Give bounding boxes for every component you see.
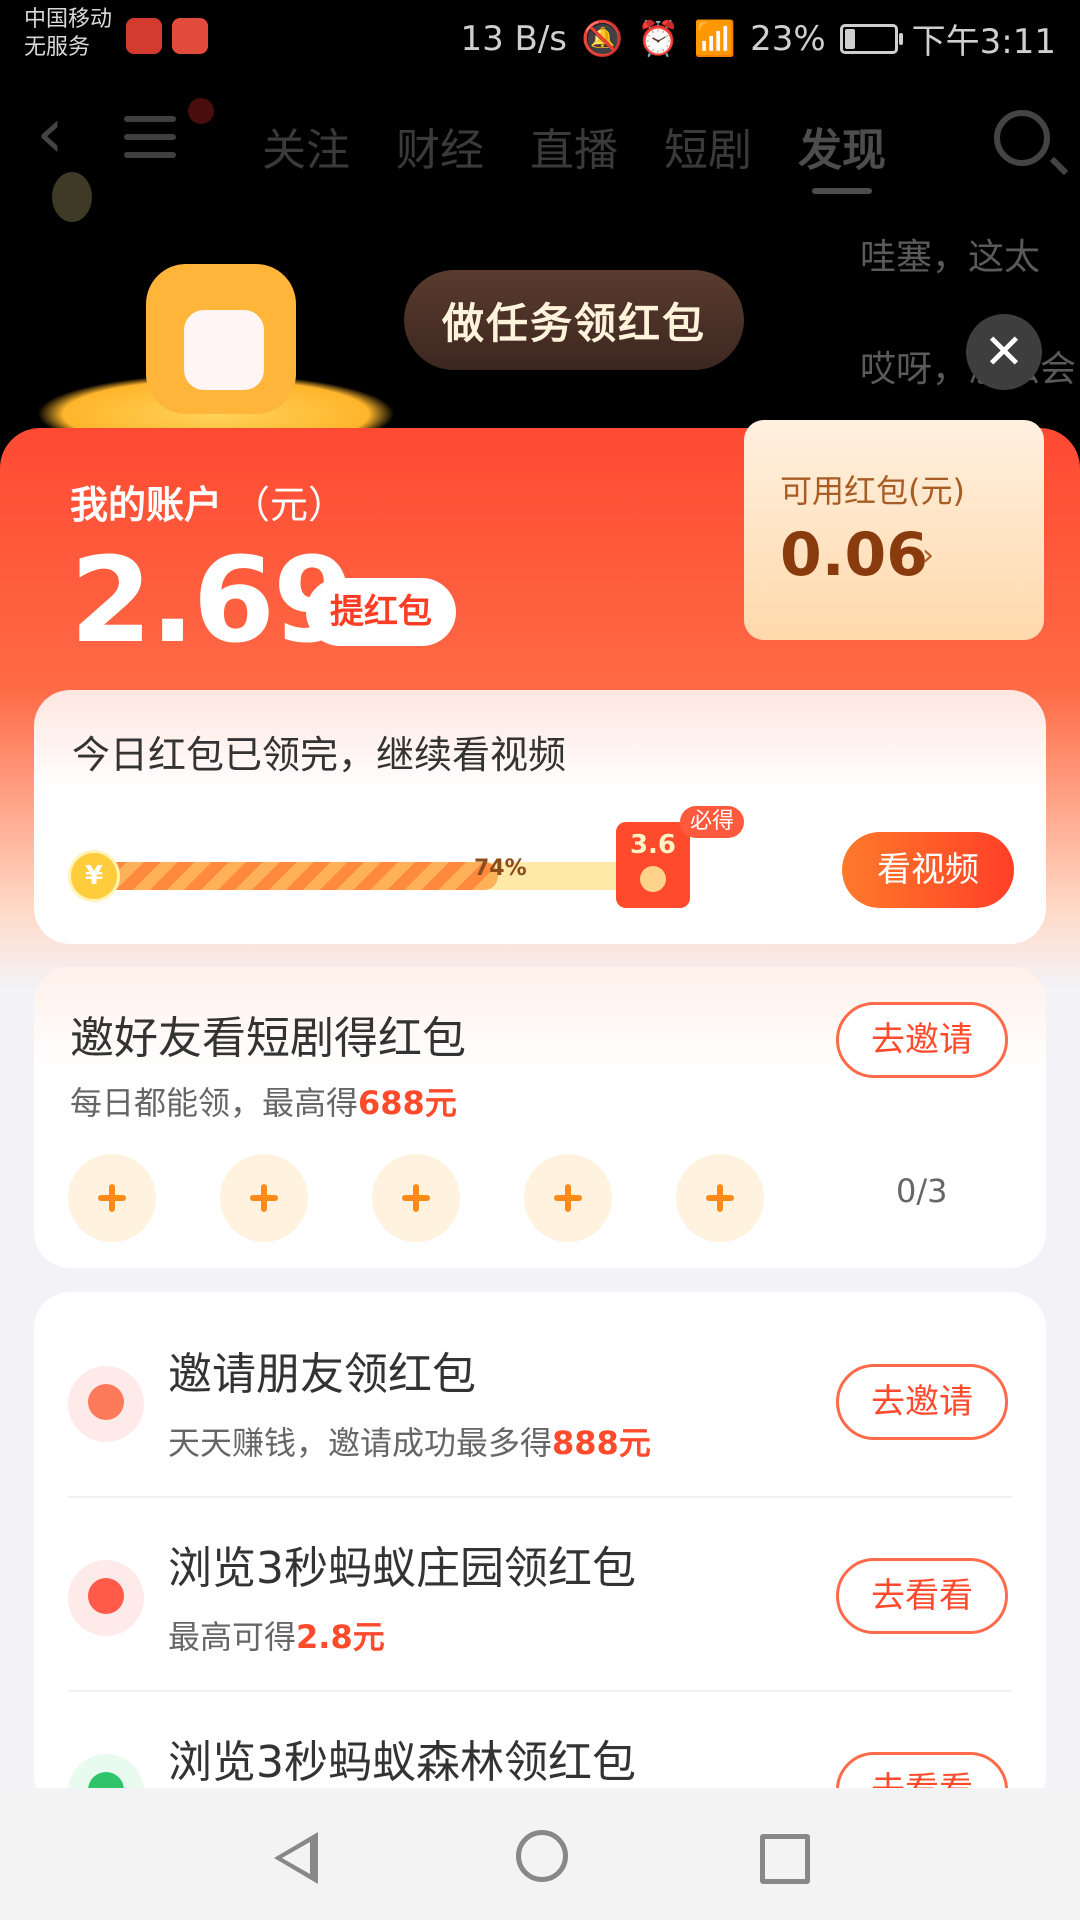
tab-discover[interactable]: 发现 [798, 114, 886, 194]
task-title: 浏览3秒蚂蚁森林领红包 [168, 1737, 636, 1788]
carrier-info: 中国移动 无服务 [24, 6, 112, 62]
clock: 下午3:11 [911, 22, 1056, 62]
progress-bar: 74% [76, 856, 646, 890]
invite-drama-subtitle: 每日都能领，最高得688元 [70, 1078, 457, 1124]
add-friend-icon[interactable] [676, 1154, 764, 1242]
subtitle-highlight: 688元 [358, 1084, 457, 1122]
task-title: 邀请朋友领红包 [168, 1349, 476, 1400]
notification-icons [126, 18, 208, 54]
background-comment: 哇塞，这太 [860, 237, 1041, 278]
account-title: 我的账户 （元） [70, 474, 346, 529]
yuan-coin-icon: ¥ [68, 850, 120, 902]
daily-title: 今日红包已领完，继续看视频 [72, 733, 567, 777]
subtitle-text: 最高可得 [168, 1618, 297, 1656]
task-row: 邀请朋友领红包 天天赚钱，邀请成功最多得888元 去邀请 [34, 1304, 1046, 1498]
toutiao-notification-icon [126, 18, 162, 54]
menu-icon[interactable] [124, 116, 176, 160]
friends-icon [68, 1366, 144, 1442]
task-subtitle: 天天赚钱，邀请成功最多得888元 [168, 1418, 651, 1464]
nav-back-icon[interactable] [274, 1832, 318, 1884]
network-speed: 13 B/s [460, 18, 568, 59]
redpacket-seal [640, 866, 666, 892]
available-label: 可用红包(元) [780, 472, 965, 510]
task-list-card: 邀请朋友领红包 天天赚钱，邀请成功最多得888元 去邀请 浏览3秒蚂蚁庄园领红包… [34, 1292, 1046, 1830]
task-title: 浏览3秒蚂蚁庄园领红包 [168, 1543, 636, 1594]
invite-drama-card: 邀好友看短剧得红包 每日都能领，最高得688元 去邀请 0/3 [34, 966, 1046, 1268]
mascot-face [184, 310, 264, 390]
system-nav-bar [0, 1788, 1080, 1920]
view-ant-manor-button[interactable]: 去看看 [836, 1558, 1008, 1634]
mascot-illustration [36, 254, 396, 454]
mute-icon: 🔕 [581, 18, 624, 59]
subtitle-highlight: 888元 [552, 1424, 651, 1462]
invite-count: 0/3 [896, 1172, 948, 1210]
task-row: 浏览3秒蚂蚁庄园领红包 最高可得2.8元 去看看 [34, 1498, 1046, 1692]
daily-redpacket-card: 今日红包已领完，继续看视频 74% ¥ 3.6 必得 看视频 [34, 690, 1046, 944]
task-subtitle: 最高可得2.8元 [168, 1612, 385, 1658]
search-icon[interactable] [994, 110, 1050, 166]
add-friend-icon[interactable] [220, 1154, 308, 1242]
status-right: 13 B/s 🔕 ⏰ 📶 23% 下午3:11 [460, 14, 1056, 63]
redpacket-panel: 我的账户 （元） 2.69 提红包 可用红包(元) 0.06 › 今日红包已领完，… [0, 420, 1080, 1830]
must-get-badge: 必得 [680, 806, 745, 838]
invite-drama-title: 邀好友看短剧得红包 [70, 1013, 466, 1064]
tab-live[interactable]: 直播 [530, 114, 618, 178]
redpacket-icon: 3.6 [616, 822, 690, 908]
invite-button[interactable]: 去邀请 [836, 1002, 1008, 1078]
channel-tabs: 关注 财经 直播 短剧 发现 [262, 114, 886, 194]
subtitle-text: 每日都能领，最高得 [70, 1084, 359, 1122]
withdraw-button[interactable]: 提红包 [306, 578, 456, 646]
chick-icon [68, 1560, 144, 1636]
subtitle-highlight: 2.8元 [296, 1618, 385, 1656]
back-icon[interactable]: ‹ [36, 98, 64, 168]
invite-friends-button[interactable]: 去邀请 [836, 1364, 1008, 1440]
available-value: 0.06 [780, 520, 929, 590]
chevron-right-icon: › [922, 538, 934, 573]
tab-follow[interactable]: 关注 [262, 114, 350, 178]
status-bar: 中国移动 无服务 13 B/s 🔕 ⏰ 📶 23% 下午3:11 [0, 0, 1080, 80]
alarm-icon: ⏰ [637, 18, 680, 59]
carrier-name: 中国移动 [24, 7, 113, 32]
add-friend-icon[interactable] [524, 1154, 612, 1242]
top-navigation: ‹ 关注 财经 直播 短剧 发现 [0, 88, 1080, 198]
signal-icon: 📶 [693, 18, 737, 59]
account-unit: （元） [232, 483, 347, 527]
redpacket-value: 3.6 [629, 830, 677, 860]
progress-percent: 74% [474, 856, 527, 881]
progress-fill [76, 862, 498, 890]
nav-home-icon[interactable] [516, 1830, 568, 1882]
close-icon[interactable]: ✕ [966, 314, 1042, 390]
subtitle-text: 天天赚钱，邀请成功最多得 [168, 1424, 553, 1462]
task-bubble: 做任务领红包 [404, 270, 744, 370]
add-friend-icon[interactable] [68, 1154, 156, 1242]
nav-recent-icon[interactable] [760, 1834, 810, 1884]
account-label: 我的账户 [70, 483, 223, 527]
battery-percent: 23% [750, 18, 826, 59]
battery-icon [839, 23, 903, 54]
add-friend-icon[interactable] [372, 1154, 460, 1242]
coin-icon [52, 172, 92, 222]
huawei-notification-icon [172, 18, 208, 54]
service-state: 无服务 [24, 35, 91, 60]
watch-video-button[interactable]: 看视频 [842, 832, 1014, 908]
tab-finance[interactable]: 财经 [396, 114, 484, 178]
notification-dot [188, 98, 214, 124]
tab-short-drama[interactable]: 短剧 [664, 114, 752, 178]
available-redpacket-card[interactable]: 可用红包(元) 0.06 › [744, 420, 1044, 640]
